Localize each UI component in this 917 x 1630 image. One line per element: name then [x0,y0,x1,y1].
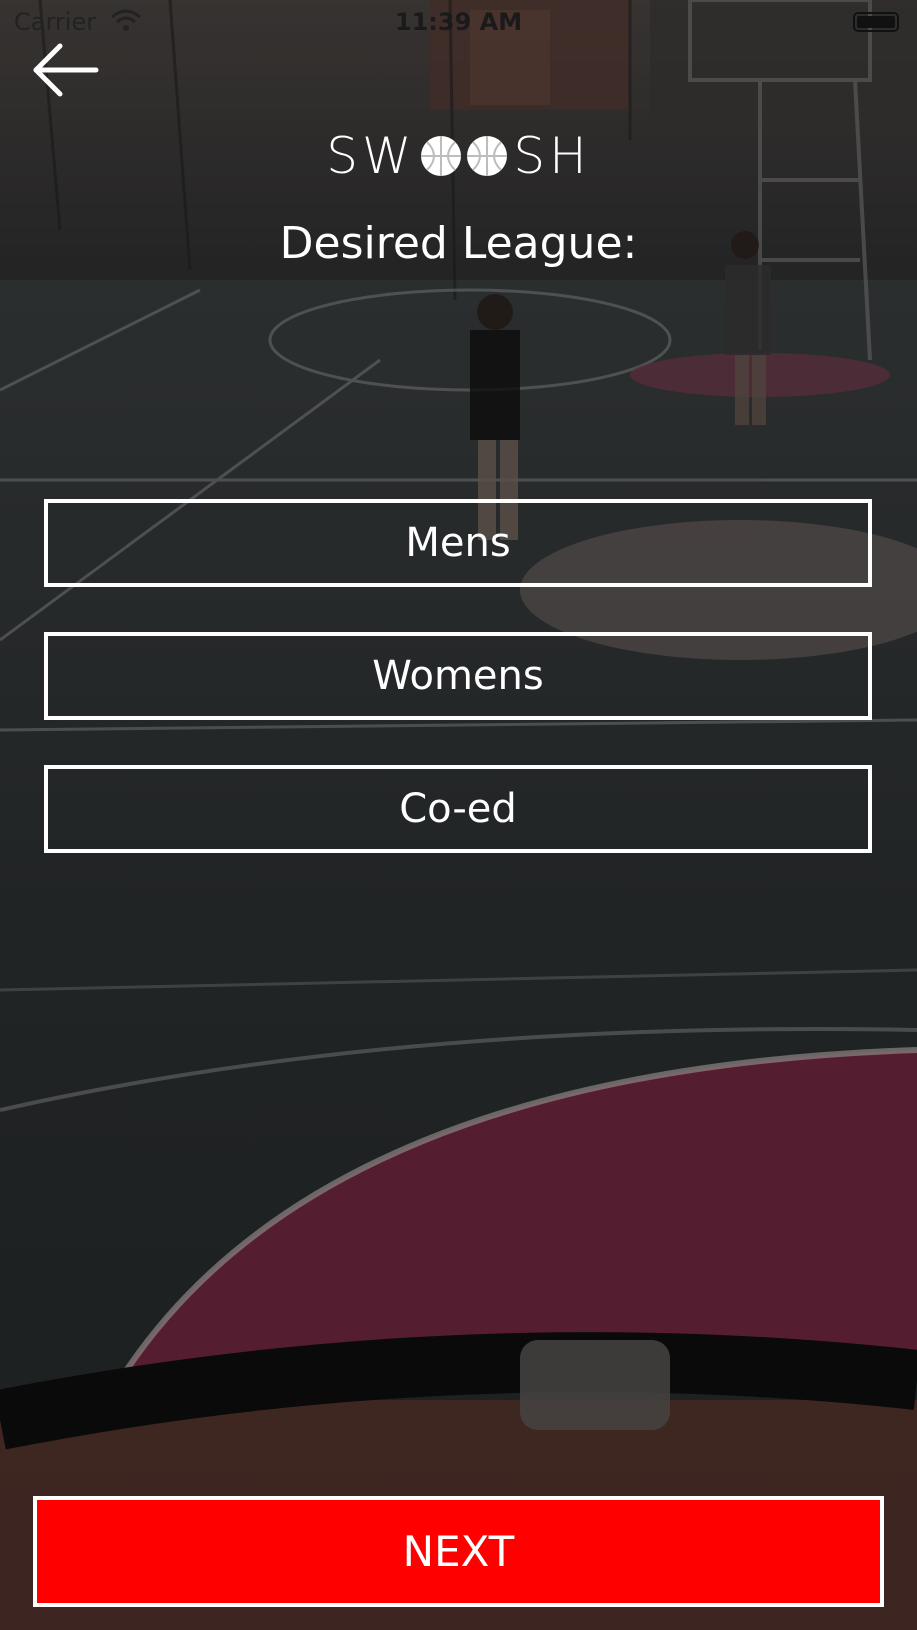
basketball-icon [467,136,508,176]
back-button[interactable] [30,40,102,100]
coed-button[interactable]: Co-ed [44,765,872,853]
status-time: 11:39 AM [394,8,523,36]
mens-button[interactable]: Mens [44,499,872,587]
logo-prefix: SW [326,127,416,185]
basketball-icon [421,136,462,176]
arrow-left-icon [33,43,99,97]
next-button[interactable]: NEXT [33,1496,884,1607]
app-logo: SW SH [0,124,917,188]
battery-icon [853,12,899,32]
page-title: Desired League: [279,218,638,269]
status-bar: Carrier 11:39 AM [0,0,917,44]
logo-suffix: SH [513,127,591,185]
logo-balls [419,134,509,178]
womens-button[interactable]: Womens [44,632,872,720]
league-screen: Carrier 11:39 AM SW SH Desired League: M… [0,0,917,1630]
